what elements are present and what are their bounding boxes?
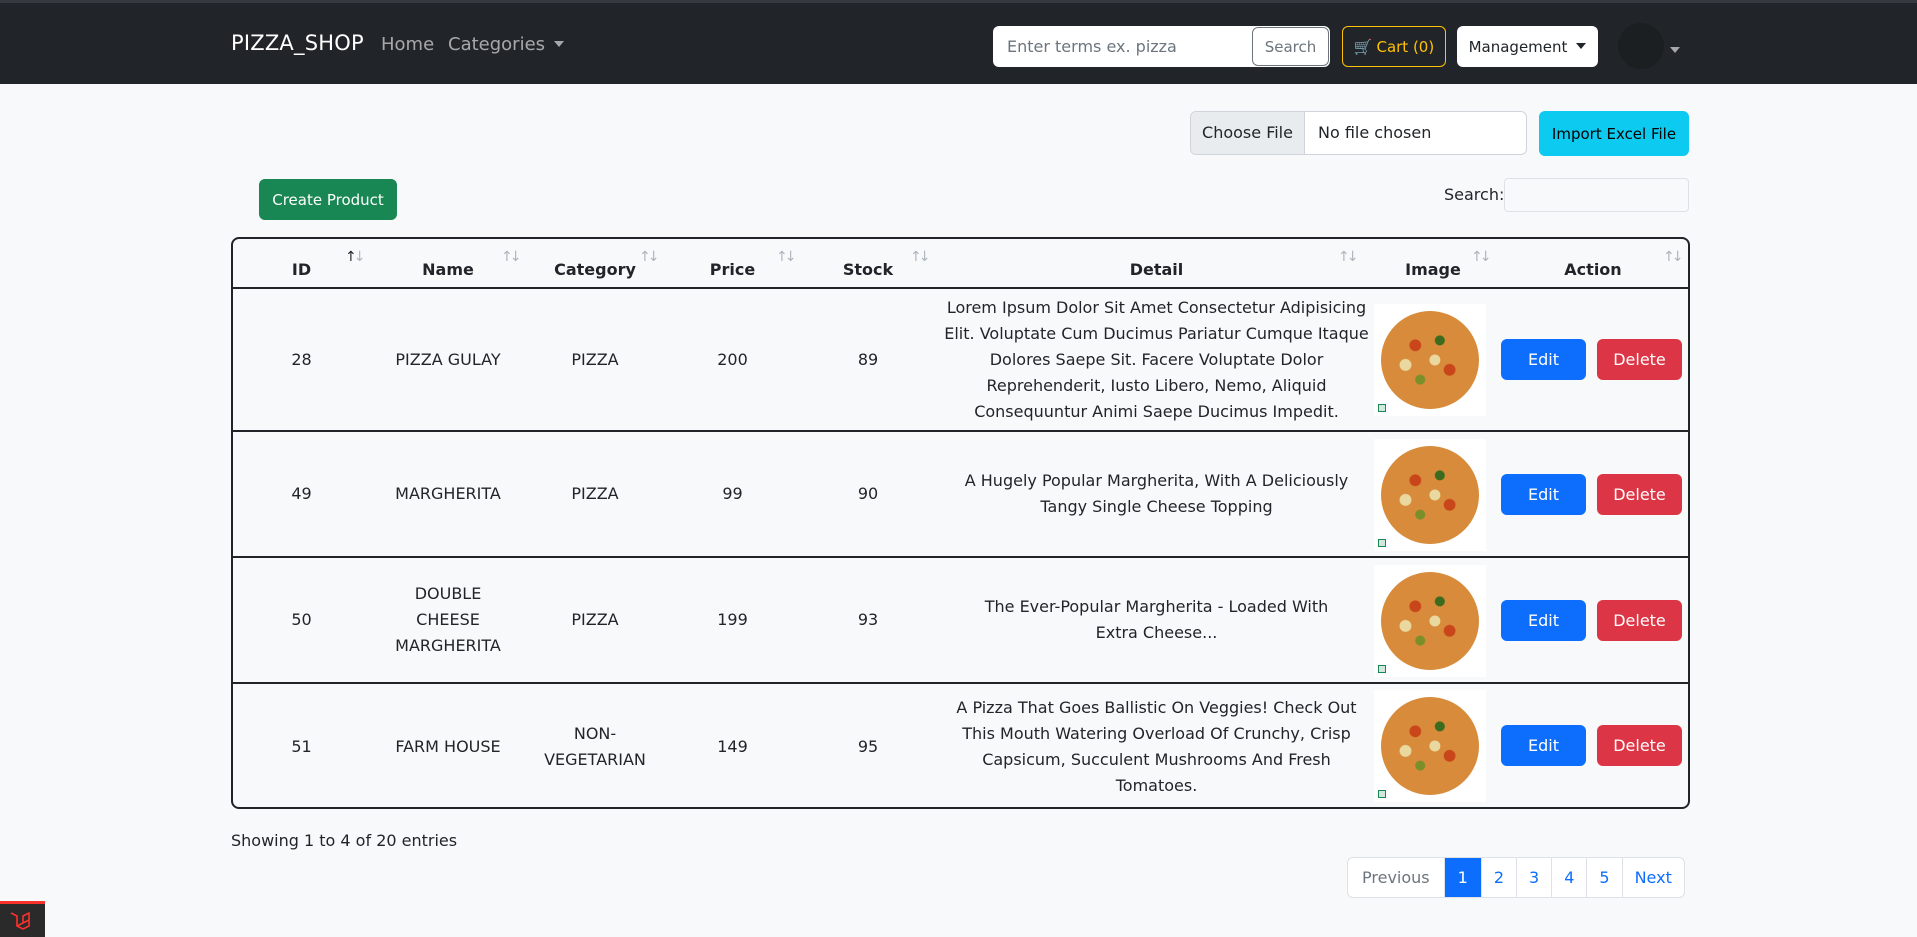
delete-button[interactable]: Delete bbox=[1597, 725, 1682, 766]
sort-icon[interactable]: ↑↓ bbox=[776, 249, 797, 265]
cell-category: PIZZA bbox=[571, 349, 619, 369]
pagination-previous[interactable]: Previous bbox=[1348, 858, 1445, 897]
delete-button[interactable]: Delete bbox=[1597, 339, 1682, 380]
cell-category: PIZZA bbox=[571, 484, 619, 503]
edit-button[interactable]: Edit bbox=[1501, 600, 1586, 641]
sort-icon[interactable]: ↑↓ bbox=[345, 249, 366, 265]
pagination-page-2[interactable]: 2 bbox=[1482, 858, 1517, 897]
image-status-icon bbox=[1378, 665, 1386, 673]
cell-price: 149 bbox=[717, 736, 748, 756]
cell-name: DOUBLE CHEESE MARGHERITA bbox=[395, 584, 501, 655]
cell-id: 28 bbox=[291, 349, 312, 369]
chevron-down-icon bbox=[554, 41, 565, 47]
cell-id: 50 bbox=[291, 610, 312, 629]
chevron-down-icon bbox=[1670, 47, 1680, 53]
products-table: ID ↑↓ Name ↑↓ Category ↑↓ Price ↑↓ Stock… bbox=[231, 237, 1690, 809]
search-input[interactable] bbox=[993, 26, 1253, 67]
create-product-button[interactable]: Create Product bbox=[259, 179, 397, 220]
cell-category: NON-VEGETARIAN bbox=[544, 723, 646, 769]
pagination-page-1[interactable]: 1 bbox=[1444, 858, 1482, 897]
delete-button[interactable]: Delete bbox=[1597, 600, 1682, 641]
cell-price: 199 bbox=[717, 610, 748, 629]
chevron-down-icon bbox=[1576, 42, 1587, 49]
cell-stock: 93 bbox=[857, 610, 879, 629]
choose-file-button[interactable]: Choose File bbox=[1191, 112, 1305, 154]
cart-icon: 🛒 bbox=[1353, 37, 1373, 56]
cell-price: 99 bbox=[722, 484, 743, 503]
cell-id: 49 bbox=[291, 484, 312, 503]
avatar[interactable] bbox=[1618, 23, 1664, 69]
column-header-detail[interactable]: Detail bbox=[935, 239, 1378, 287]
table-search-label: Search: bbox=[1444, 185, 1505, 204]
table-search-input[interactable] bbox=[1504, 178, 1689, 212]
product-image bbox=[1374, 565, 1486, 677]
column-header-action[interactable]: Action bbox=[1498, 239, 1688, 287]
top-navbar: PIZZA_SHOP Home Categories Search 🛒Cart … bbox=[0, 0, 1917, 84]
nav-home-link[interactable]: Home bbox=[381, 34, 434, 55]
pagination-page-5[interactable]: 5 bbox=[1587, 858, 1623, 897]
edit-button[interactable]: Edit bbox=[1501, 339, 1586, 380]
import-excel-button[interactable]: Import Excel File bbox=[1539, 111, 1689, 156]
sort-icon[interactable]: ↑↓ bbox=[1338, 249, 1359, 265]
management-label: Management bbox=[1468, 37, 1568, 56]
laravel-icon bbox=[10, 911, 30, 930]
cell-detail: Lorem Ipsum Dolor Sit Amet Consectetur A… bbox=[944, 297, 1369, 421]
cell-detail: A Hugely Popular Margherita, With A Deli… bbox=[964, 471, 1349, 516]
sort-icon[interactable]: ↑↓ bbox=[501, 249, 522, 265]
cell-id: 51 bbox=[291, 736, 312, 756]
user-menu-toggle[interactable] bbox=[1670, 41, 1680, 61]
brand-logo[interactable]: PIZZA_SHOP bbox=[231, 31, 364, 55]
table-row: 50 DOUBLE CHEESE MARGHERITA PIZZA 199 93… bbox=[233, 558, 1688, 684]
cell-detail: The Ever-Popular Margherita - Loaded Wit… bbox=[984, 597, 1329, 642]
cell-category: PIZZA bbox=[571, 610, 619, 629]
table-header-row: ID ↑↓ Name ↑↓ Category ↑↓ Price ↑↓ Stock… bbox=[233, 239, 1688, 289]
nav-categories-label: Categories bbox=[448, 34, 546, 55]
image-status-icon bbox=[1378, 790, 1386, 798]
sort-icon[interactable]: ↑↓ bbox=[1471, 249, 1492, 265]
sort-icon[interactable]: ↑↓ bbox=[639, 249, 660, 265]
pagination-next[interactable]: Next bbox=[1623, 858, 1684, 897]
management-dropdown[interactable]: Management bbox=[1457, 26, 1598, 67]
cell-stock: 90 bbox=[857, 484, 879, 503]
edit-button[interactable]: Edit bbox=[1501, 474, 1586, 515]
cell-price: 200 bbox=[717, 349, 748, 369]
product-image bbox=[1374, 304, 1486, 416]
edit-button[interactable]: Edit bbox=[1501, 725, 1586, 766]
debugbar-toggle[interactable] bbox=[0, 901, 45, 937]
cell-name: FARM HOUSE bbox=[395, 736, 501, 756]
cell-name: PIZZA GULAY bbox=[395, 349, 501, 369]
delete-button[interactable]: Delete bbox=[1597, 474, 1682, 515]
cell-detail: A Pizza That Goes Ballistic On Veggies! … bbox=[956, 697, 1357, 795]
product-image bbox=[1374, 690, 1486, 802]
cell-stock: 95 bbox=[857, 736, 879, 756]
search-form: Search bbox=[993, 26, 1330, 67]
cart-button[interactable]: 🛒 Cart (0) bbox=[1342, 26, 1446, 67]
table-row: 49 MARGHERITA PIZZA 99 90 A Hugely Popul… bbox=[233, 432, 1688, 558]
file-name-label: No file chosen bbox=[1318, 123, 1432, 142]
sort-icon[interactable]: ↑↓ bbox=[1663, 249, 1684, 265]
pagination: Previous 1 2 3 4 5 Next bbox=[1347, 857, 1685, 898]
search-button[interactable]: Search bbox=[1252, 27, 1329, 66]
image-status-icon bbox=[1378, 404, 1386, 412]
table-info: Showing 1 to 4 of 20 entries bbox=[231, 831, 458, 850]
product-image bbox=[1374, 439, 1486, 551]
pagination-page-3[interactable]: 3 bbox=[1517, 858, 1553, 897]
sort-icon[interactable]: ↑↓ bbox=[910, 249, 931, 265]
image-status-icon bbox=[1378, 539, 1386, 547]
cell-name: MARGHERITA bbox=[395, 484, 501, 503]
cart-label: Cart (0) bbox=[1376, 37, 1435, 56]
table-row: 51 FARM HOUSE NON-VEGETARIAN 149 95 A Pi… bbox=[233, 684, 1688, 807]
cell-stock: 89 bbox=[857, 349, 879, 369]
table-row: 28 PIZZA GULAY PIZZA 200 89 Lorem Ipsum … bbox=[233, 289, 1688, 432]
excel-file-input[interactable]: Choose File No file chosen bbox=[1190, 111, 1527, 155]
pagination-page-4[interactable]: 4 bbox=[1552, 858, 1588, 897]
nav-categories-dropdown[interactable]: Categories bbox=[448, 34, 565, 55]
